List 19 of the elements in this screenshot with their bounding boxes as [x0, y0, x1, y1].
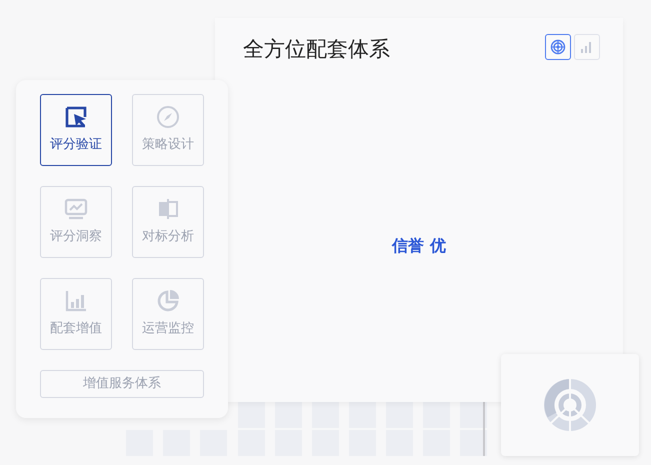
panel-title: 全方位配套体系: [243, 36, 390, 63]
radar-chart-icon: [543, 378, 597, 432]
view-toggle[interactable]: [545, 34, 571, 60]
radar-icon: [550, 39, 566, 55]
compass-icon: [156, 105, 180, 130]
menu-tile[interactable]: 策略设计: [132, 94, 204, 166]
menu-tile[interactable]: 对标分析: [132, 186, 204, 258]
pie-chart-icon: [156, 289, 180, 314]
menu-tile[interactable]: 运营监控: [132, 278, 204, 350]
rating-text: 信誉 优: [392, 236, 446, 255]
bar-chart-icon: [64, 289, 88, 314]
value-added-button[interactable]: 增值服务体系: [40, 370, 204, 398]
bar-chart-icon: [580, 40, 594, 54]
menu-tile[interactable]: 评分验证: [40, 94, 112, 166]
cursor-icon: [64, 105, 88, 130]
menu-tile[interactable]: 评分洞察: [40, 186, 112, 258]
monitor-chart-icon: [64, 197, 88, 222]
menu-tile[interactable]: 配套增值: [40, 278, 112, 350]
split-panel-icon: [156, 197, 180, 222]
